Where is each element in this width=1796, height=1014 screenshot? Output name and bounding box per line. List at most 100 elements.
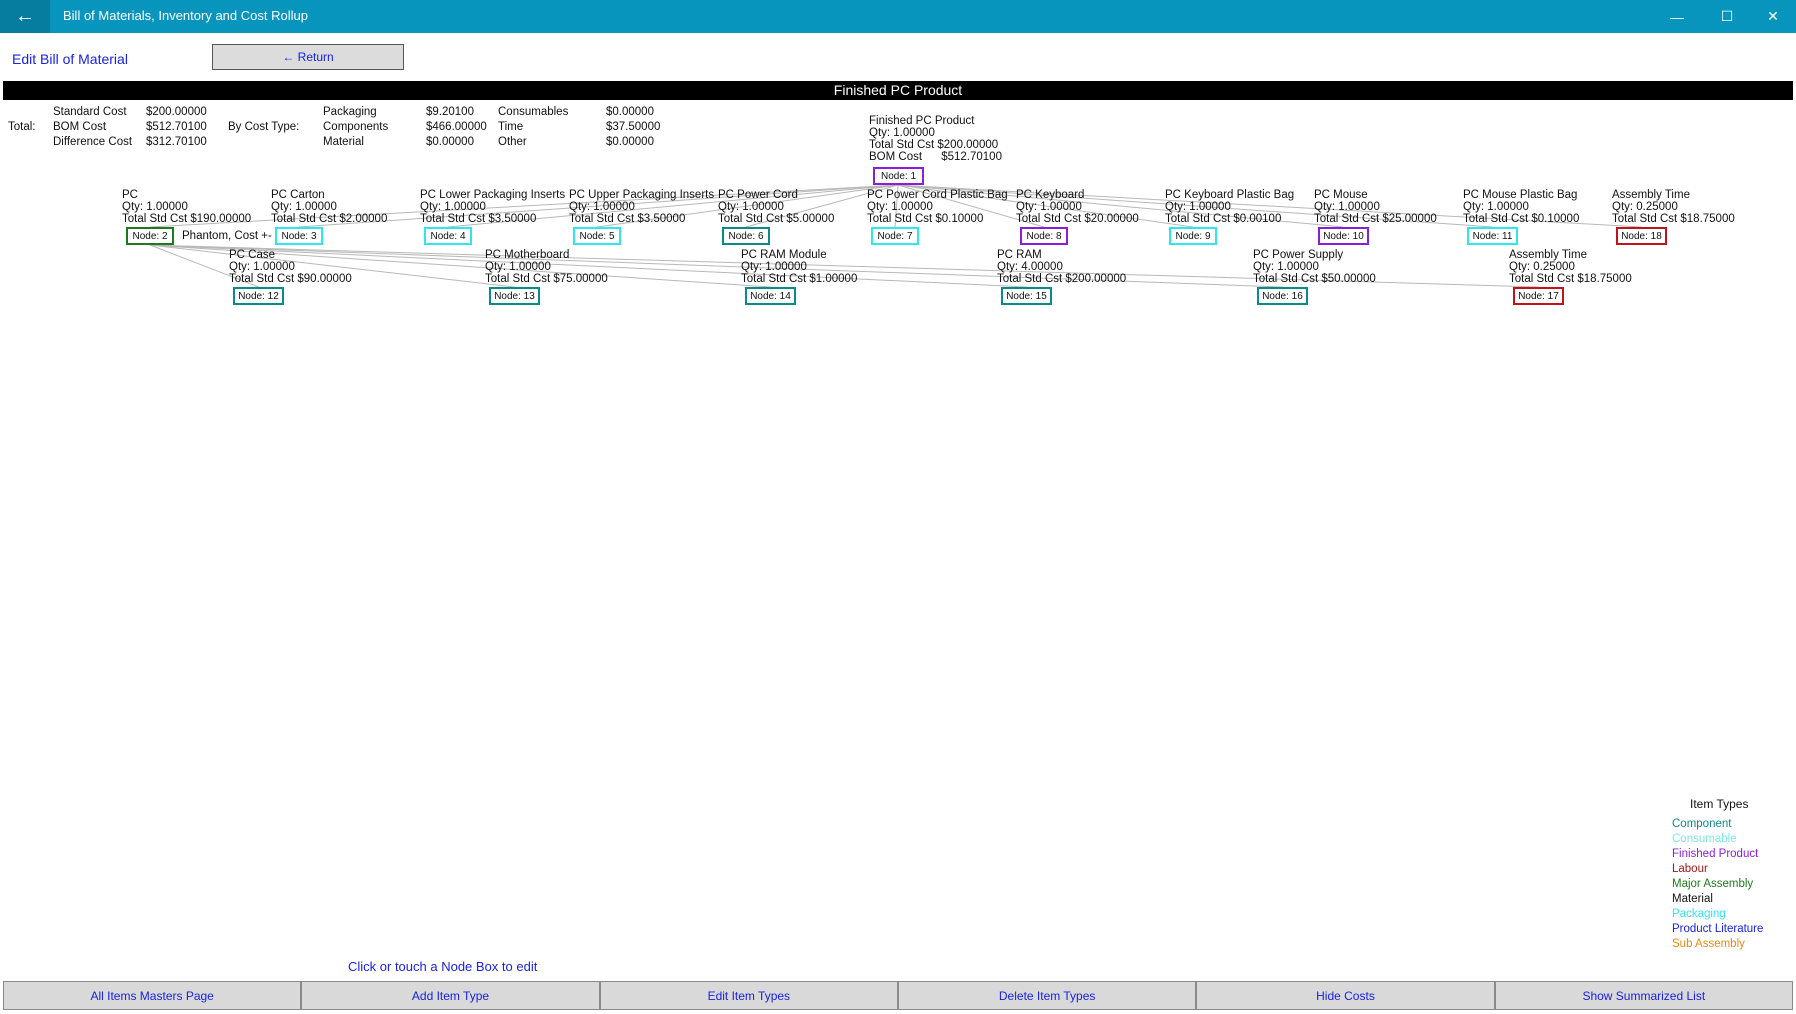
node-info: PC Qty: 1.00000 Total Std Cst $190.00000 <box>122 189 251 225</box>
node-name: Assembly Time <box>1509 249 1587 261</box>
node-name: PC Power Cord Plastic Bag <box>867 189 1008 201</box>
node-info: PC Power Cord Qty: 1.00000 Total Std Cst $… <box>718 189 834 225</box>
root-node-info: Finished PC Product Qty: 1.00000 Total S… <box>869 115 1002 163</box>
show-summarized-list-button[interactable]: Show Summarized List <box>1494 981 1793 1010</box>
node-qty: Qty: 1.00000 <box>1463 201 1529 213</box>
node-box[interactable]: Node: 18 <box>1616 227 1667 245</box>
node-box[interactable]: Node: 13 <box>489 287 540 305</box>
node-box[interactable]: Node: 10 <box>1318 227 1369 245</box>
node-qty: Qty: 0.25000 <box>1509 261 1575 273</box>
node-box[interactable]: Node: 17 <box>1513 287 1564 305</box>
node-info: Assembly Time Qty: 0.25000 Total Std Cst $… <box>1509 249 1632 285</box>
node-name: PC RAM Module <box>741 249 827 261</box>
hide-costs-button[interactable]: Hide Costs <box>1196 981 1495 1010</box>
node-qty: Qty: 0.25000 <box>1612 201 1678 213</box>
node-info: PC RAM Qty: 4.00000 Total Std Cst $200.000… <box>997 249 1126 285</box>
node-info: PC Carton Qty: 1.00000 Total Std Cst $2.00… <box>271 189 387 225</box>
node-qty: Qty: 1.00000 <box>420 201 486 213</box>
node-box[interactable]: Node: 15 <box>1001 287 1052 305</box>
node-std: Total Std Cst $18.75000 <box>1612 213 1735 225</box>
node-box[interactable]: Node: 12 <box>233 287 284 305</box>
node-info: PC Keyboard Plastic Bag Qty: 1.00000 Total… <box>1165 189 1294 225</box>
node-info: PC Motherboard Qty: 1.00000 Total Std Cst … <box>485 249 608 285</box>
node-box[interactable]: Node: 9 <box>1169 227 1217 245</box>
node-std: Total Std Cst $20.00000 <box>1016 213 1139 225</box>
node-qty: Qty: 1.00000 <box>569 201 635 213</box>
legend-item: Material <box>1672 893 1713 905</box>
node-name: PC Mouse <box>1314 189 1368 201</box>
node-std: Total Std Cst $0.00100 <box>1165 213 1282 225</box>
legend-item: Component <box>1672 818 1732 830</box>
root-node-name: Finished PC Product <box>869 115 975 127</box>
node-name: PC Case <box>229 249 276 261</box>
delete-item-types-button[interactable]: Delete Item Types <box>897 981 1197 1010</box>
node-name: PC Power Cord <box>718 189 798 201</box>
edit-item-types-button[interactable]: Edit Item Types <box>599 981 898 1010</box>
node-box[interactable]: Node: 3 <box>275 227 323 245</box>
node-std: Total Std Cst $75.00000 <box>485 273 608 285</box>
all-items-masters-button[interactable]: All Items Masters Page <box>3 981 302 1010</box>
node-qty: Qty: 1.00000 <box>718 201 784 213</box>
node-std: Total Std Cst $5.00000 <box>718 213 835 225</box>
node-box[interactable]: Node: 2 <box>126 227 174 245</box>
node-name: PC Carton <box>271 189 325 201</box>
node-box[interactable]: Node: 8 <box>1020 227 1068 245</box>
legend-title: Item Types <box>1690 797 1749 811</box>
node-name: PC Upper Packaging Inserts <box>569 189 715 201</box>
node-info: PC Upper Packaging Inserts Qty: 1.00000 To… <box>569 189 714 225</box>
legend-item: Product Literature <box>1672 923 1764 935</box>
node-std: Total Std Cst $2.00000 <box>271 213 388 225</box>
legend-item: Finished Product <box>1672 848 1759 860</box>
edit-hint: Click or touch a Node Box to edit <box>348 959 538 974</box>
node-std: Total Std Cst $3.50000 <box>569 213 686 225</box>
node-qty: Qty: 1.00000 <box>741 261 807 273</box>
node-info: PC Mouse Qty: 1.00000 Total Std Cst $25.00… <box>1314 189 1437 225</box>
bottom-toolbar: All Items Masters Page Add Item Type Edi… <box>3 981 1793 1010</box>
node-name: PC Keyboard Plastic Bag <box>1165 189 1295 201</box>
node-std: Total Std Cst $1.00000 <box>741 273 858 285</box>
node-info: PC Power Supply Qty: 1.00000 Total Std Cst… <box>1253 249 1376 285</box>
node-qty: Qty: 1.00000 <box>229 261 295 273</box>
node-info: PC RAM Module Qty: 1.00000 Total Std Cst $… <box>741 249 857 285</box>
node-info: PC Lower Packaging Inserts Qty: 1.00000 To… <box>420 189 565 225</box>
node-qty: Qty: 1.00000 <box>867 201 933 213</box>
node-name: PC Lower Packaging Inserts <box>420 189 566 201</box>
node-qty: Qty: 1.00000 <box>271 201 337 213</box>
node-box[interactable]: Node: 4 <box>424 227 472 245</box>
node-name: PC Mouse Plastic Bag <box>1463 189 1578 201</box>
root-node-std: Total Std Cst $200.00000 <box>869 139 999 151</box>
node-qty: Qty: 1.00000 <box>1314 201 1380 213</box>
node-name: PC Power Supply <box>1253 249 1344 261</box>
node-box[interactable]: Node: 14 <box>745 287 796 305</box>
node-std: Total Std Cst $50.00000 <box>1253 273 1376 285</box>
node-name: Assembly Time <box>1612 189 1690 201</box>
node-qty: Qty: 1.00000 <box>122 201 188 213</box>
add-item-type-button[interactable]: Add Item Type <box>301 981 600 1010</box>
node-box[interactable]: Node: 16 <box>1257 287 1308 305</box>
node-std: Total Std Cst $18.75000 <box>1509 273 1632 285</box>
node-qty: Qty: 1.00000 <box>1016 201 1082 213</box>
node-std: Total Std Cst $190.00000 <box>122 213 252 225</box>
legend-item: Packaging <box>1672 908 1726 920</box>
node-name: PC <box>122 189 138 201</box>
node-box[interactable]: Node: 11 <box>1467 227 1518 245</box>
node-info: PC Mouse Plastic Bag Qty: 1.00000 Total St… <box>1463 189 1579 225</box>
root-node-bom: BOM Cost $512.70100 <box>869 151 1002 163</box>
node-box[interactable]: Node: 7 <box>871 227 919 245</box>
node-box-1[interactable]: Node: 1 <box>873 167 924 185</box>
node-qty: Qty: 1.00000 <box>485 261 551 273</box>
node-std: Total Std Cst $25.00000 <box>1314 213 1437 225</box>
legend-item: Consumable <box>1672 833 1737 845</box>
node-box[interactable]: Node: 6 <box>722 227 770 245</box>
root-node-qty: Qty: 1.00000 <box>869 127 935 139</box>
node-info: PC Case Qty: 1.00000 Total Std Cst $90.000… <box>229 249 352 285</box>
node-std: Total Std Cst $0.10000 <box>867 213 984 225</box>
node-box[interactable]: Node: 5 <box>573 227 621 245</box>
node-qty: Qty: 1.00000 <box>1253 261 1319 273</box>
phantom-label: Phantom, Cost +- <box>182 230 272 242</box>
node-qty: Qty: 1.00000 <box>1165 201 1231 213</box>
node-std: Total Std Cst $90.00000 <box>229 273 352 285</box>
node-qty: Qty: 4.00000 <box>997 261 1063 273</box>
node-info: PC Power Cord Plastic Bag Qty: 1.00000 Tot… <box>867 189 1008 225</box>
node-name: PC RAM <box>997 249 1042 261</box>
